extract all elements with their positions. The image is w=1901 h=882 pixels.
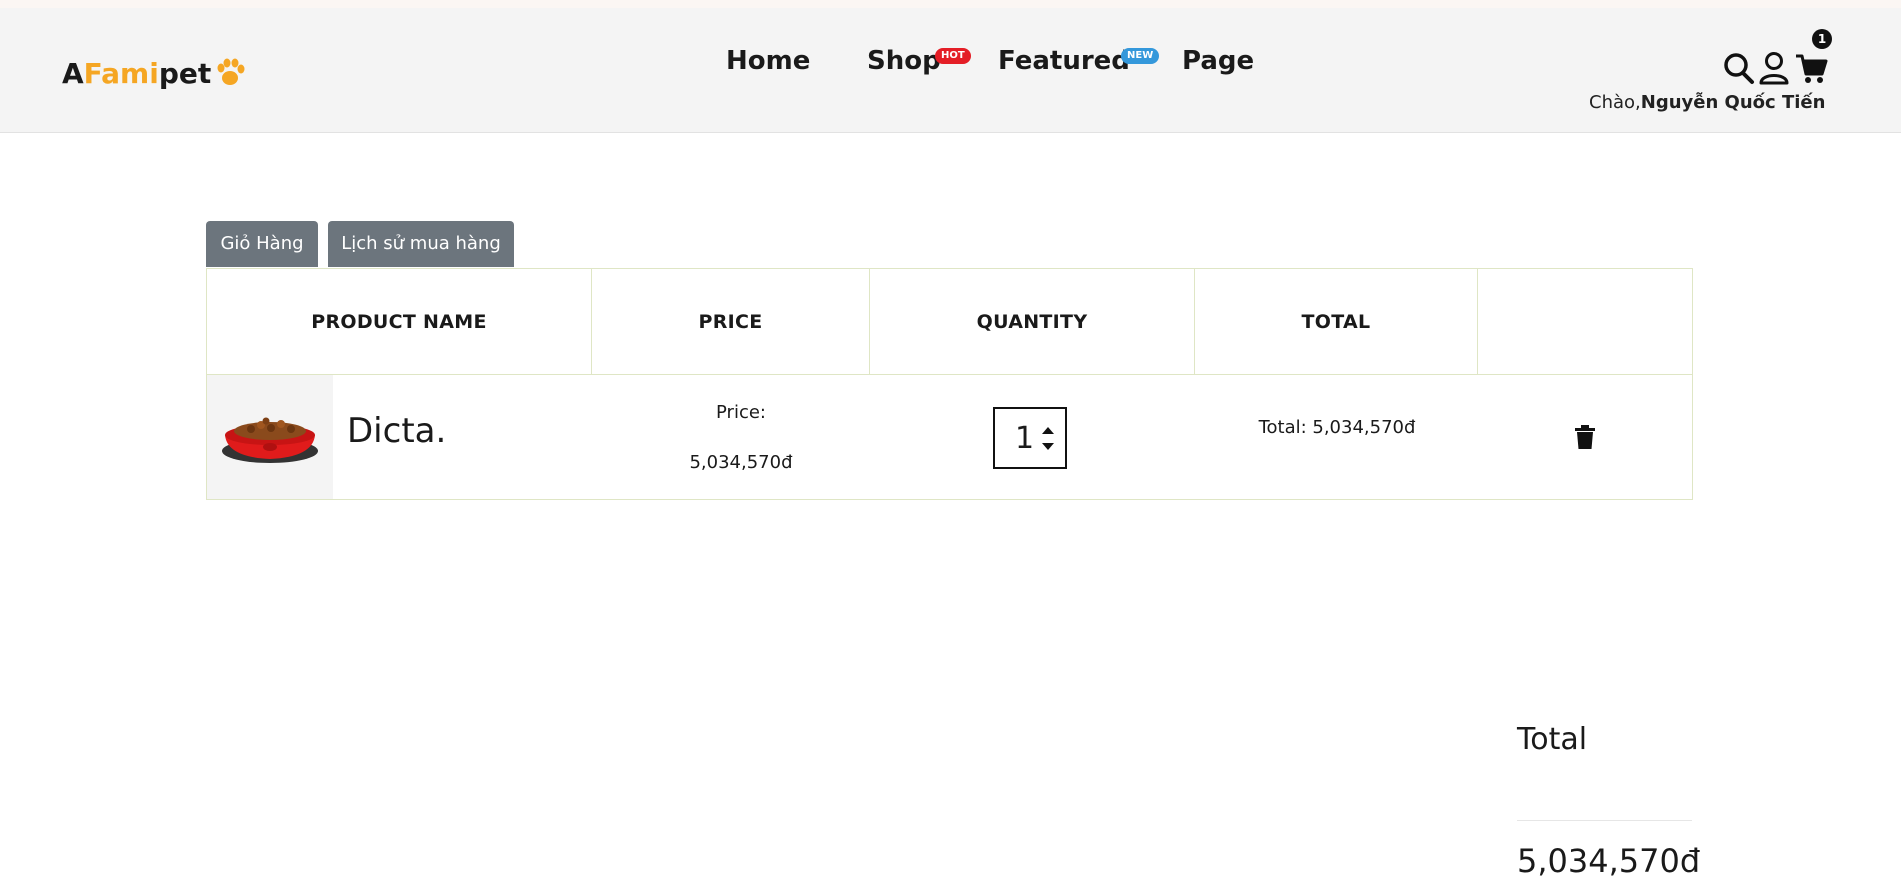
quantity-stepper[interactable]: 1 xyxy=(993,407,1067,469)
spinner-arrows-icon[interactable] xyxy=(1041,423,1055,455)
logo-pet: pet xyxy=(158,56,212,90)
food-bowl-image xyxy=(222,417,318,463)
cart-count-badge: 1 xyxy=(1812,29,1832,49)
price-value: 5,034,570đ xyxy=(689,452,793,473)
row-total: Total: 5,034,570đ xyxy=(1258,417,1416,438)
logo-fami: Fami xyxy=(83,56,159,90)
nav-home[interactable]: Home xyxy=(726,46,810,76)
user-name: Nguyễn Quốc Tiến xyxy=(1640,92,1826,113)
top-strip xyxy=(0,0,1901,8)
summary-divider xyxy=(1517,820,1692,821)
logo-letter-a: A xyxy=(62,56,84,90)
cart-table: PRODUCT NAME PRICE QUANTITY TOTAL Dicta.… xyxy=(206,268,1693,500)
summary-title: Total xyxy=(1517,722,1588,757)
nav-featured[interactable]: Featured xyxy=(998,46,1130,76)
new-badge: NEW xyxy=(1121,48,1160,64)
column-header-quantity: QUANTITY xyxy=(870,269,1195,375)
greeting-prefix: Chào, xyxy=(1589,92,1641,113)
hot-badge: HOT xyxy=(935,48,971,64)
column-header-actions xyxy=(1478,269,1692,375)
column-header-price: PRICE xyxy=(592,269,870,375)
price-label: Price: xyxy=(716,402,766,423)
user-greeting[interactable]: Chào,Nguyễn Quốc Tiến xyxy=(1589,92,1825,113)
cart-icon[interactable] xyxy=(1794,50,1828,86)
nav-shop[interactable]: Shop xyxy=(867,46,941,76)
search-icon[interactable] xyxy=(1722,50,1756,86)
tab-order-history[interactable]: Lịch sử mua hàng xyxy=(328,221,514,267)
site-header: AFamipet Home Shop HOT Featured NEW Page… xyxy=(0,8,1901,133)
summary-total-value: 5,034,570đ xyxy=(1517,842,1701,880)
trash-icon[interactable] xyxy=(1575,425,1595,449)
column-header-total: TOTAL xyxy=(1195,269,1478,375)
tab-cart[interactable]: Giỏ Hàng xyxy=(206,221,318,267)
user-icon[interactable] xyxy=(1757,50,1791,86)
quantity-value: 1 xyxy=(1015,421,1035,456)
product-name[interactable]: Dicta. xyxy=(347,411,446,451)
logo[interactable]: AFamipet xyxy=(62,52,247,94)
paw-icon xyxy=(217,58,245,85)
nav-page[interactable]: Page xyxy=(1182,46,1254,76)
product-thumbnail[interactable] xyxy=(207,375,333,499)
column-header-product-name: PRODUCT NAME xyxy=(207,269,592,375)
